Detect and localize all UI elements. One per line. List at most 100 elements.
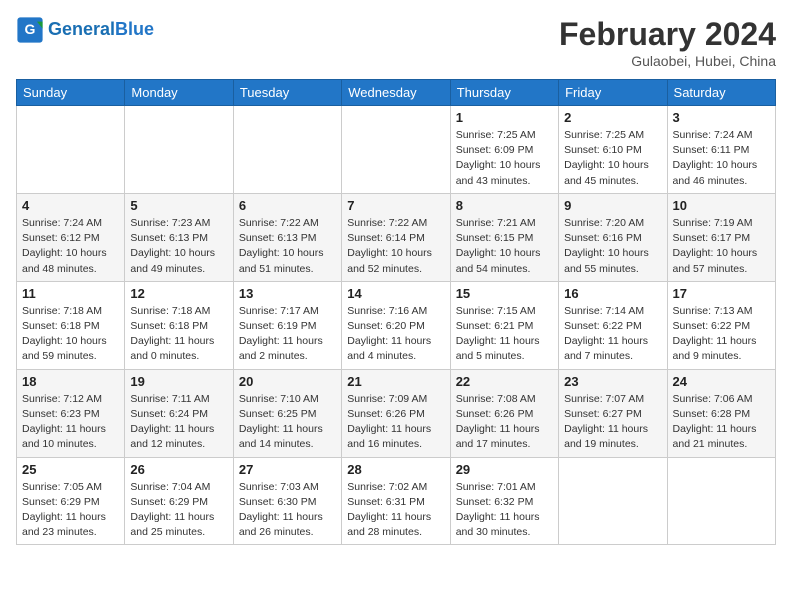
calendar-cell: 25 Sunrise: 7:05 AM Sunset: 6:29 PM Dayli… — [17, 457, 125, 545]
logo: G GeneralBlue — [16, 16, 154, 44]
day-number: 19 — [130, 374, 227, 389]
day-info: Sunrise: 7:20 AM Sunset: 6:16 PM Dayligh… — [564, 216, 661, 277]
day-number: 12 — [130, 286, 227, 301]
weekday-header-sunday: Sunday — [17, 80, 125, 106]
day-number: 15 — [456, 286, 553, 301]
day-number: 25 — [22, 462, 119, 477]
day-number: 17 — [673, 286, 770, 301]
day-info: Sunrise: 7:11 AM Sunset: 6:24 PM Dayligh… — [130, 392, 227, 453]
day-info: Sunrise: 7:01 AM Sunset: 6:32 PM Dayligh… — [456, 480, 553, 541]
day-number: 14 — [347, 286, 444, 301]
day-info: Sunrise: 7:25 AM Sunset: 6:09 PM Dayligh… — [456, 128, 553, 189]
title-block: February 2024 Gulaobei, Hubei, China — [559, 16, 776, 69]
day-info: Sunrise: 7:05 AM Sunset: 6:29 PM Dayligh… — [22, 480, 119, 541]
weekday-header-monday: Monday — [125, 80, 233, 106]
calendar-cell: 27 Sunrise: 7:03 AM Sunset: 6:30 PM Dayli… — [233, 457, 341, 545]
weekday-header-row: SundayMondayTuesdayWednesdayThursdayFrid… — [17, 80, 776, 106]
day-info: Sunrise: 7:23 AM Sunset: 6:13 PM Dayligh… — [130, 216, 227, 277]
day-number: 21 — [347, 374, 444, 389]
calendar-cell: 2Sunrise: 7:25 AM Sunset: 6:10 PM Daylig… — [559, 106, 667, 194]
day-number: 3 — [673, 110, 770, 125]
day-number: 27 — [239, 462, 336, 477]
day-number: 1 — [456, 110, 553, 125]
calendar-cell: 24Sunrise: 7:06 AM Sunset: 6:28 PM Dayli… — [667, 369, 775, 457]
day-number: 28 — [347, 462, 444, 477]
weekday-header-saturday: Saturday — [667, 80, 775, 106]
day-info: Sunrise: 7:06 AM Sunset: 6:28 PM Dayligh… — [673, 392, 770, 453]
day-number: 23 — [564, 374, 661, 389]
day-info: Sunrise: 7:09 AM Sunset: 6:26 PM Dayligh… — [347, 392, 444, 453]
calendar-cell: 14 Sunrise: 7:16 AM Sunset: 6:20 PM Dayli… — [342, 281, 450, 369]
week-row-4: 18 Sunrise: 7:12 AM Sunset: 6:23 PM Dayli… — [17, 369, 776, 457]
day-info: Sunrise: 7:18 AM Sunset: 6:18 PM Dayligh… — [22, 304, 119, 365]
calendar-cell: 5 Sunrise: 7:23 AM Sunset: 6:13 PM Daylig… — [125, 193, 233, 281]
calendar-cell: 11 Sunrise: 7:18 AM Sunset: 6:18 PM Dayli… — [17, 281, 125, 369]
calendar-cell: 26 Sunrise: 7:04 AM Sunset: 6:29 PM Dayli… — [125, 457, 233, 545]
day-info: Sunrise: 7:24 AM Sunset: 6:11 PM Dayligh… — [673, 128, 770, 189]
day-number: 26 — [130, 462, 227, 477]
day-info: Sunrise: 7:18 AM Sunset: 6:18 PM Dayligh… — [130, 304, 227, 365]
calendar: SundayMondayTuesdayWednesdayThursdayFrid… — [16, 79, 776, 545]
day-info: Sunrise: 7:08 AM Sunset: 6:26 PM Dayligh… — [456, 392, 553, 453]
calendar-cell: 4 Sunrise: 7:24 AM Sunset: 6:12 PM Daylig… — [17, 193, 125, 281]
calendar-cell: 7Sunrise: 7:22 AM Sunset: 6:14 PM Daylig… — [342, 193, 450, 281]
weekday-header-friday: Friday — [559, 80, 667, 106]
page-header: G GeneralBlue February 2024 Gulaobei, Hu… — [16, 16, 776, 69]
calendar-cell: 20 Sunrise: 7:10 AM Sunset: 6:25 PM Dayli… — [233, 369, 341, 457]
day-info: Sunrise: 7:21 AM Sunset: 6:15 PM Dayligh… — [456, 216, 553, 277]
calendar-cell: 1 Sunrise: 7:25 AM Sunset: 6:09 PM Daylig… — [450, 106, 558, 194]
calendar-cell: 6 Sunrise: 7:22 AM Sunset: 6:13 PM Daylig… — [233, 193, 341, 281]
calendar-cell — [233, 106, 341, 194]
day-number: 18 — [22, 374, 119, 389]
day-number: 4 — [22, 198, 119, 213]
day-number: 7 — [347, 198, 444, 213]
calendar-cell — [342, 106, 450, 194]
logo-general: General — [48, 19, 115, 39]
day-info: Sunrise: 7:07 AM Sunset: 6:27 PM Dayligh… — [564, 392, 661, 453]
calendar-cell: 17 Sunrise: 7:13 AM Sunset: 6:22 PM Dayli… — [667, 281, 775, 369]
calendar-cell: 29Sunrise: 7:01 AM Sunset: 6:32 PM Dayli… — [450, 457, 558, 545]
day-info: Sunrise: 7:14 AM Sunset: 6:22 PM Dayligh… — [564, 304, 661, 365]
calendar-cell — [17, 106, 125, 194]
calendar-cell: 22 Sunrise: 7:08 AM Sunset: 6:26 PM Dayli… — [450, 369, 558, 457]
day-number: 2 — [564, 110, 661, 125]
logo-blue: Blue — [115, 19, 154, 39]
day-number: 13 — [239, 286, 336, 301]
day-info: Sunrise: 7:13 AM Sunset: 6:22 PM Dayligh… — [673, 304, 770, 365]
day-number: 11 — [22, 286, 119, 301]
calendar-cell: 21 Sunrise: 7:09 AM Sunset: 6:26 PM Dayli… — [342, 369, 450, 457]
month-year: February 2024 — [559, 16, 776, 53]
calendar-cell: 12 Sunrise: 7:18 AM Sunset: 6:18 PM Dayli… — [125, 281, 233, 369]
day-number: 5 — [130, 198, 227, 213]
day-info: Sunrise: 7:02 AM Sunset: 6:31 PM Dayligh… — [347, 480, 444, 541]
logo-icon: G — [16, 16, 44, 44]
day-number: 16 — [564, 286, 661, 301]
day-number: 9 — [564, 198, 661, 213]
calendar-cell: 19 Sunrise: 7:11 AM Sunset: 6:24 PM Dayli… — [125, 369, 233, 457]
week-row-5: 25 Sunrise: 7:05 AM Sunset: 6:29 PM Dayli… — [17, 457, 776, 545]
day-info: Sunrise: 7:03 AM Sunset: 6:30 PM Dayligh… — [239, 480, 336, 541]
week-row-1: 1 Sunrise: 7:25 AM Sunset: 6:09 PM Daylig… — [17, 106, 776, 194]
day-info: Sunrise: 7:10 AM Sunset: 6:25 PM Dayligh… — [239, 392, 336, 453]
day-number: 22 — [456, 374, 553, 389]
day-number: 6 — [239, 198, 336, 213]
day-info: Sunrise: 7:24 AM Sunset: 6:12 PM Dayligh… — [22, 216, 119, 277]
calendar-cell: 8 Sunrise: 7:21 AM Sunset: 6:15 PM Daylig… — [450, 193, 558, 281]
calendar-cell — [125, 106, 233, 194]
calendar-cell: 15 Sunrise: 7:15 AM Sunset: 6:21 PM Dayli… — [450, 281, 558, 369]
day-info: Sunrise: 7:22 AM Sunset: 6:13 PM Dayligh… — [239, 216, 336, 277]
weekday-header-thursday: Thursday — [450, 80, 558, 106]
logo-text: GeneralBlue — [48, 20, 154, 40]
day-info: Sunrise: 7:16 AM Sunset: 6:20 PM Dayligh… — [347, 304, 444, 365]
calendar-cell: 16 Sunrise: 7:14 AM Sunset: 6:22 PM Dayli… — [559, 281, 667, 369]
day-number: 8 — [456, 198, 553, 213]
day-info: Sunrise: 7:17 AM Sunset: 6:19 PM Dayligh… — [239, 304, 336, 365]
day-info: Sunrise: 7:19 AM Sunset: 6:17 PM Dayligh… — [673, 216, 770, 277]
calendar-cell: 10Sunrise: 7:19 AM Sunset: 6:17 PM Dayli… — [667, 193, 775, 281]
day-number: 20 — [239, 374, 336, 389]
day-info: Sunrise: 7:04 AM Sunset: 6:29 PM Dayligh… — [130, 480, 227, 541]
day-info: Sunrise: 7:12 AM Sunset: 6:23 PM Dayligh… — [22, 392, 119, 453]
weekday-header-wednesday: Wednesday — [342, 80, 450, 106]
day-info: Sunrise: 7:15 AM Sunset: 6:21 PM Dayligh… — [456, 304, 553, 365]
location: Gulaobei, Hubei, China — [559, 53, 776, 69]
